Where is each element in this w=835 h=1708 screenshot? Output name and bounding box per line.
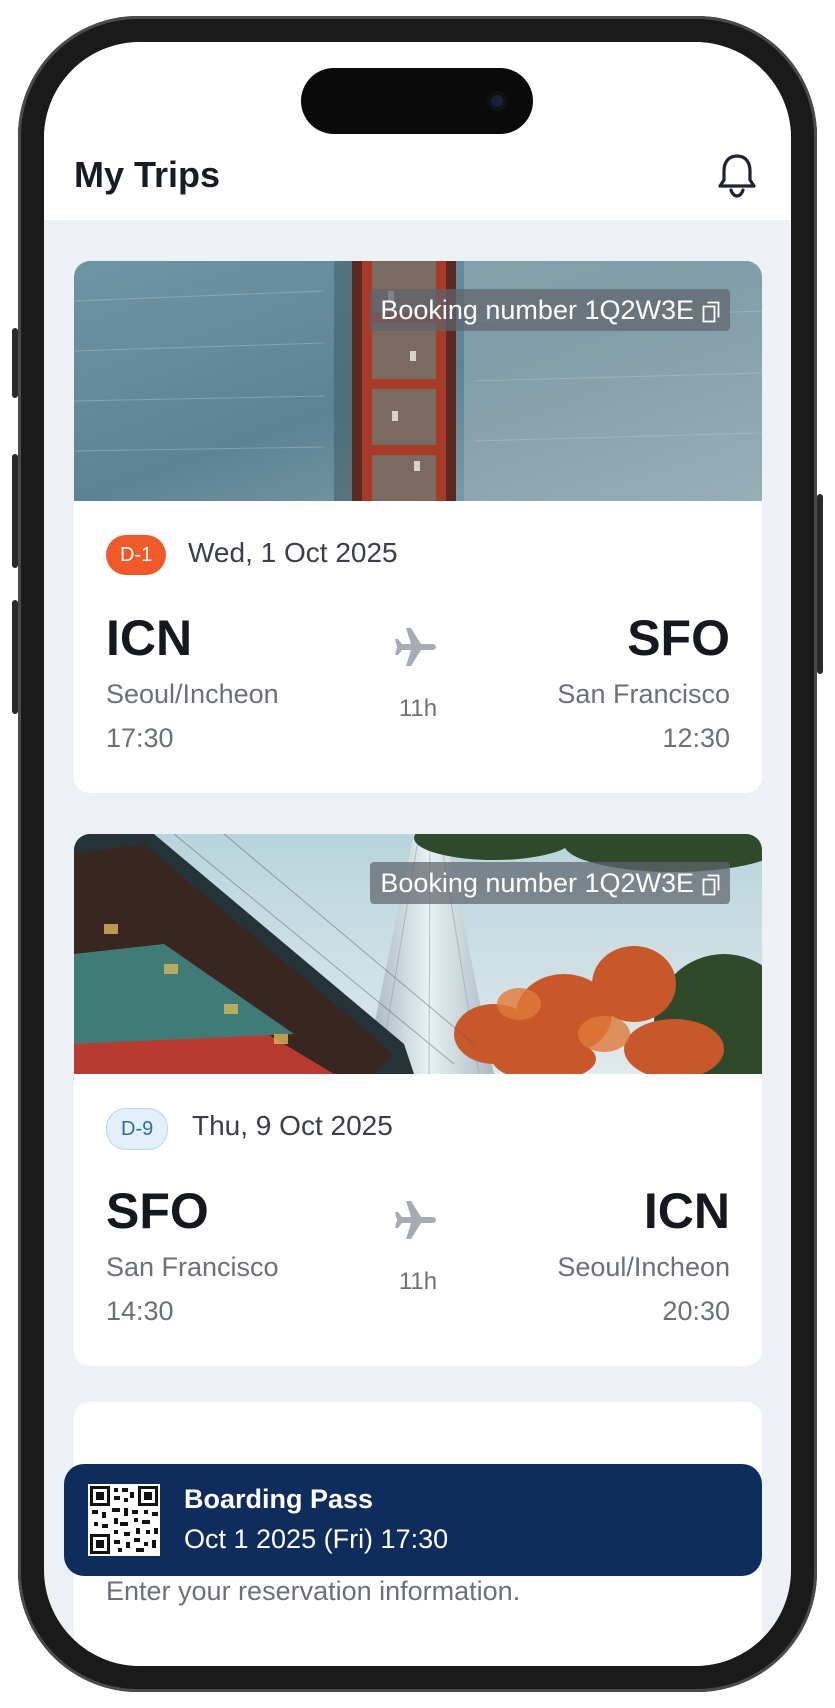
reservation-hint: Enter your reservation information. <box>106 1576 521 1606</box>
arrival-time: 20:30 <box>662 1296 730 1326</box>
destination-code: SFO <box>627 610 730 666</box>
dday-badge: D-1 <box>106 535 167 575</box>
qr-code-icon <box>88 1484 160 1556</box>
destination-code: ICN <box>643 1183 730 1239</box>
booking-number-label: Booking number 1Q2W3E <box>380 867 694 898</box>
boarding-pass-title: Boarding Pass <box>184 1484 374 1514</box>
volume-down-button <box>12 600 18 714</box>
arrival-time: 12:30 <box>662 723 730 753</box>
dday-badge: D-9 <box>106 1108 169 1150</box>
airplane-icon <box>392 1196 440 1244</box>
departure-time: 17:30 <box>106 723 174 753</box>
page-title: My Trips <box>74 154 221 195</box>
departure-date: Thu, 9 Oct 2025 <box>192 1110 393 1141</box>
boarding-pass-banner[interactable]: Boarding Pass Oct 1 2025 (Fri) 17:30 <box>64 1464 762 1576</box>
departure-date: Wed, 1 Oct 2025 <box>188 537 398 568</box>
destination-city: San Francisco <box>557 679 730 709</box>
volume-up-button <box>12 454 18 568</box>
copy-icon[interactable] <box>702 299 720 323</box>
airplane-icon <box>392 623 440 671</box>
dynamic-island <box>301 68 533 134</box>
origin-code: ICN <box>106 610 193 666</box>
app-screen: My Trips Booking number 1Q2W3E D-1 Wed, … <box>44 42 791 1666</box>
departure-time: 14:30 <box>106 1296 174 1326</box>
trip-card[interactable]: Booking number 1Q2W3E D-9 Thu, 9 Oct 202… <box>74 834 762 1366</box>
side-button <box>12 328 18 398</box>
power-button <box>817 494 823 674</box>
booking-number-label: Booking number 1Q2W3E <box>380 294 694 325</box>
origin-code: SFO <box>106 1183 209 1239</box>
trip-card[interactable]: Booking number 1Q2W3E D-1 Wed, 1 Oct 202… <box>74 261 762 793</box>
boarding-pass-datetime: Oct 1 2025 (Fri) 17:30 <box>184 1524 449 1554</box>
copy-icon[interactable] <box>702 872 720 896</box>
booking-number-chip[interactable]: Booking number 1Q2W3E <box>370 862 730 904</box>
camera-icon <box>487 91 507 111</box>
bell-icon[interactable] <box>715 150 759 198</box>
booking-number-chip[interactable]: Booking number 1Q2W3E <box>370 289 730 331</box>
destination-city: Seoul/Incheon <box>557 1252 730 1282</box>
